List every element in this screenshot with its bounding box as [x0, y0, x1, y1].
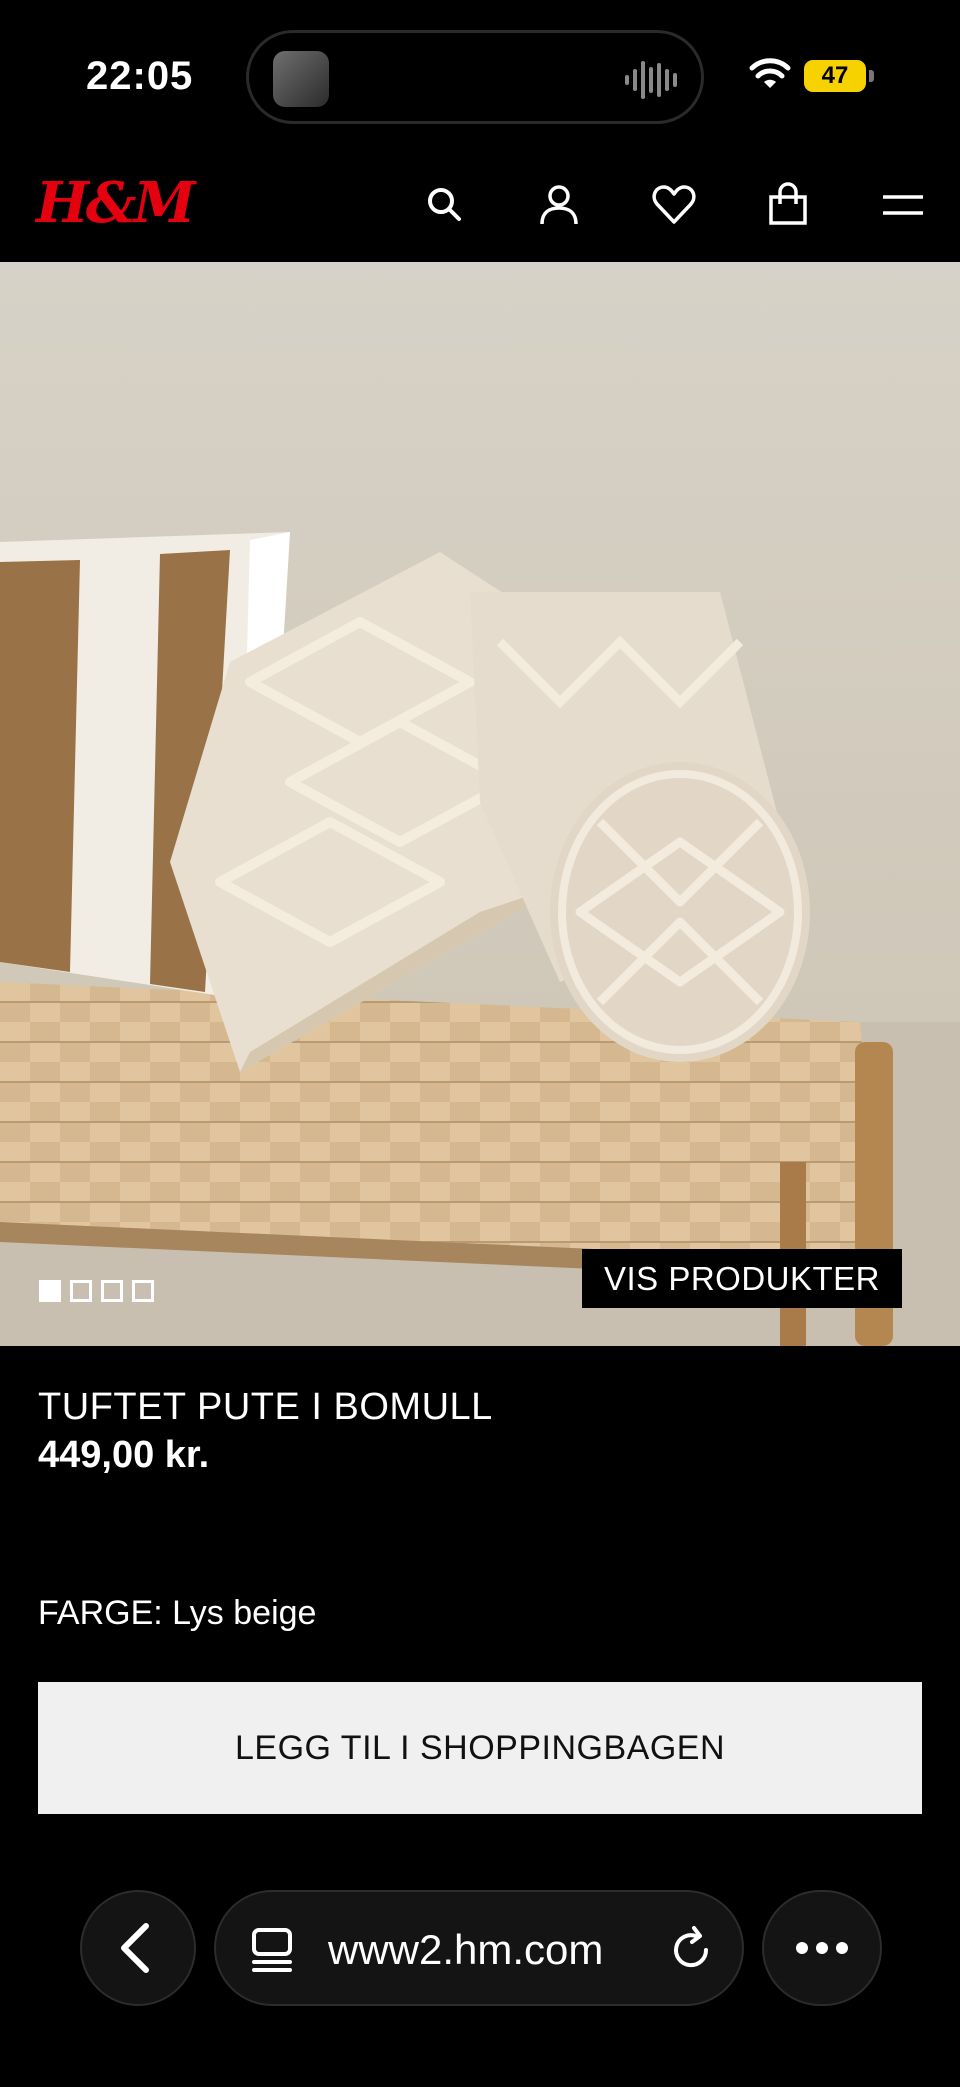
gallery-dot-2[interactable]	[70, 1280, 92, 1302]
add-to-bag-button[interactable]: LEGG TIL I SHOPPINGBAGEN	[38, 1682, 922, 1814]
address-bar[interactable]: www2.hm.com	[214, 1890, 744, 2006]
color-label: FARGE:	[38, 1594, 163, 1632]
browser-back-button[interactable]	[80, 1890, 196, 2006]
gallery-dot-4[interactable]	[132, 1280, 154, 1302]
product-title: TUFTET PUTE I BOMULL	[38, 1386, 493, 1428]
battery-nub	[869, 70, 874, 82]
menu-icon[interactable]	[878, 180, 928, 230]
product-photo-cushions	[0, 262, 960, 1346]
bag-icon[interactable]	[763, 180, 813, 230]
site-header: H&M	[0, 150, 960, 262]
now-playing-artwork	[273, 51, 329, 107]
audio-waveform-icon	[625, 61, 677, 99]
product-image[interactable]	[0, 262, 960, 1346]
ellipsis-icon	[796, 1942, 848, 1954]
color-value: Lys beige	[172, 1594, 317, 1632]
show-products-button[interactable]: VIS PRODUKTER	[582, 1249, 902, 1308]
wifi-icon	[749, 58, 791, 88]
status-bar: 22:05 47	[0, 0, 960, 150]
account-icon[interactable]	[534, 180, 584, 230]
chevron-left-icon	[121, 1923, 149, 1973]
battery-indicator: 47	[804, 60, 866, 92]
reload-icon[interactable]	[666, 1924, 716, 1974]
dynamic-island[interactable]	[246, 30, 704, 124]
gallery-dot-3[interactable]	[101, 1280, 123, 1302]
status-time: 22:05	[86, 54, 194, 98]
tabs-icon	[252, 1928, 292, 1972]
product-price: 449,00 kr.	[38, 1434, 210, 1476]
search-icon[interactable]	[420, 180, 470, 230]
gallery-pagination	[39, 1280, 154, 1302]
color-info: FARGE: Lys beige	[38, 1594, 316, 1633]
more-options-button[interactable]	[762, 1890, 882, 2006]
hm-logo[interactable]: H&M	[36, 170, 195, 236]
gallery-dot-1[interactable]	[39, 1280, 61, 1302]
url-text: www2.hm.com	[328, 1926, 604, 1973]
heart-icon[interactable]	[649, 180, 699, 230]
